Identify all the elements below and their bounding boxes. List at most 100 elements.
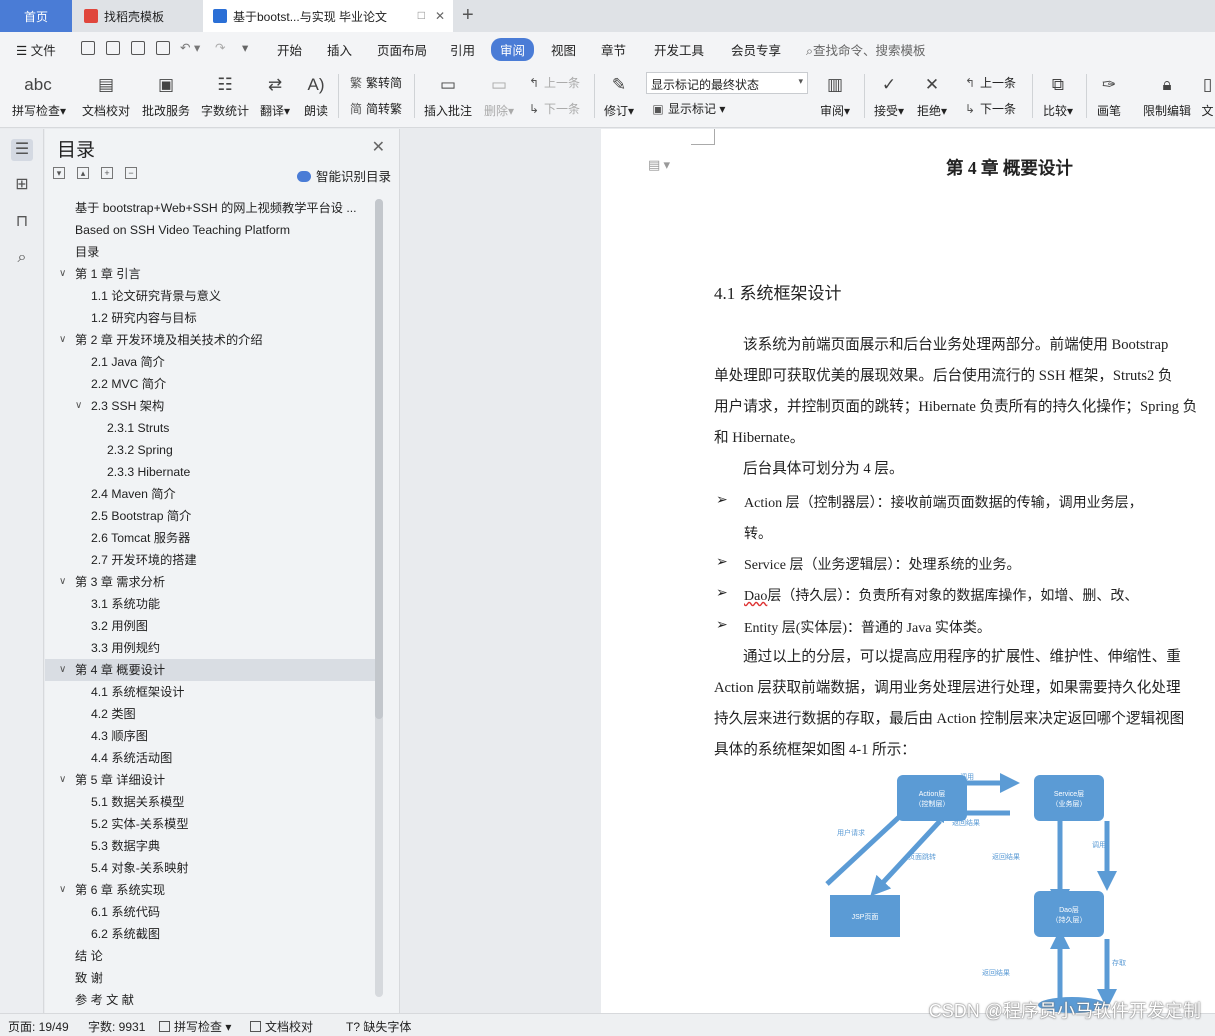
status-doccheck[interactable]: 文档校对 xyxy=(250,1018,313,1035)
next-change-button[interactable]: ↳ 下一条 xyxy=(962,100,1016,117)
reject-button[interactable]: ✕ 拒绝▾ xyxy=(914,72,950,119)
toc-item[interactable]: 致 谢 xyxy=(45,967,377,989)
track-changes-button[interactable]: ✎ 修订▾ xyxy=(601,72,637,119)
toc-item[interactable]: 3.1 系统功能 xyxy=(45,593,377,615)
document-page[interactable]: ▤ ▾ 第 4 章 概要设计 4.1 系统框架设计 该系统为前端页面展示和后台业… xyxy=(601,129,1215,1013)
toc-scroll-thumb[interactable] xyxy=(375,199,383,719)
doc-permission-button[interactable]: ▯ 文 xyxy=(1200,72,1215,119)
toc-item[interactable]: ∨ 第 2 章 开发环境及相关技术的介绍 xyxy=(45,329,377,351)
toc-item[interactable]: 1.1 论文研究背景与意义 xyxy=(45,285,377,307)
command-search[interactable]: ⌕查找命令、搜索模板 xyxy=(806,40,926,59)
chevron-down-icon[interactable]: ∨ xyxy=(59,263,66,285)
toc-item[interactable]: 2.5 Bootstrap 简介 xyxy=(45,505,377,527)
file-menu[interactable]: ☰ 文件 xyxy=(16,40,56,59)
toc-item[interactable]: 目录 xyxy=(45,241,377,263)
menu-review[interactable]: 审阅 xyxy=(491,38,535,61)
menu-member[interactable]: 会员专享 xyxy=(731,40,781,59)
toc-item[interactable]: 2.1 Java 简介 xyxy=(45,351,377,373)
accept-button[interactable]: ✓ 接受▾ xyxy=(871,72,907,119)
toc-item[interactable]: 参 考 文 献 xyxy=(45,989,377,1011)
toc-item[interactable]: 结 论 xyxy=(45,945,377,967)
simp-to-trad-button[interactable]: 简简转繁 xyxy=(348,100,402,117)
toc-item[interactable]: ∨ 2.3 SSH 架构 xyxy=(45,395,377,417)
spellcheck-button[interactable]: abc 拼写检查▾ xyxy=(12,72,66,119)
toc-item[interactable]: 5.1 数据关系模型 xyxy=(45,791,377,813)
toc-icon[interactable]: ☰ xyxy=(11,139,33,161)
toc-item[interactable]: 4.4 系统活动图 xyxy=(45,747,377,769)
pin-icon[interactable]: □ xyxy=(418,8,425,22)
paragraph-icon[interactable]: ▤ ▾ xyxy=(648,157,670,173)
toc-item[interactable]: 5.2 实体-关系模型 xyxy=(45,813,377,835)
pen-button[interactable]: ✑ 画笔 xyxy=(1094,72,1124,119)
undo-icon[interactable]: ↶ ▾ xyxy=(180,40,200,55)
compare-button[interactable]: ⧉ 比较▾ xyxy=(1040,72,1076,119)
toc-item[interactable]: 1.2 研究内容与目标 xyxy=(45,307,377,329)
prev-comment-button[interactable]: ↰ 上一条 xyxy=(526,74,580,91)
chevron-down-icon[interactable]: ∨ xyxy=(59,329,66,351)
misspelled-word[interactable]: Dao xyxy=(744,589,767,604)
save-icon[interactable] xyxy=(81,41,95,55)
word-count[interactable]: 字数: 9931 xyxy=(88,1018,145,1035)
expand-down-icon[interactable]: ▾ xyxy=(53,167,65,179)
menu-start[interactable]: 开始 xyxy=(277,40,302,59)
delete-comment-button[interactable]: ▭ 删除▾ xyxy=(482,72,516,119)
bookmark-icon[interactable]: ⊓ xyxy=(11,211,33,233)
menu-insert[interactable]: 插入 xyxy=(327,40,352,59)
toc-item[interactable]: 4.2 类图 xyxy=(45,703,377,725)
menu-layout[interactable]: 页面布局 xyxy=(377,40,427,59)
toc-item[interactable]: 基于 bootstrap+Web+SSH 的网上视频教学平台设 ... xyxy=(45,197,377,219)
read-aloud-button[interactable]: A) 朗读 xyxy=(302,72,330,119)
toc-item[interactable]: 5.3 数据字典 xyxy=(45,835,377,857)
menu-view[interactable]: 视图 xyxy=(551,40,576,59)
markup-state-select[interactable]: 显示标记的最终状态 ▾ xyxy=(646,72,808,94)
toc-item[interactable]: 2.4 Maven 简介 xyxy=(45,483,377,505)
insert-comment-button[interactable]: ▭ 插入批注 xyxy=(422,72,474,119)
toc-item[interactable]: 6.2 系统截图 xyxy=(45,923,377,945)
toc-scrollbar[interactable] xyxy=(375,199,383,997)
smart-toc-button[interactable]: 智能识别目录 xyxy=(296,166,391,185)
prev-change-button[interactable]: ↰ 上一条 xyxy=(962,74,1016,91)
toc-item[interactable]: 2.3.1 Struts xyxy=(45,417,377,439)
toc-item[interactable]: 2.2 MVC 简介 xyxy=(45,373,377,395)
toc-item[interactable]: ∨ 第 4 章 概要设计 xyxy=(45,659,377,681)
show-markup-button[interactable]: ▣ 显示标记 ▾ xyxy=(650,100,725,117)
collapse-all-icon[interactable]: − xyxy=(125,167,137,179)
toc-item[interactable]: ∨ 第 5 章 详细设计 xyxy=(45,769,377,791)
page-indicator[interactable]: 页面: 19/49 xyxy=(8,1018,69,1035)
toc-item[interactable]: 3.2 用例图 xyxy=(45,615,377,637)
review-pane-button[interactable]: ▥ 审阅▾ xyxy=(816,72,854,119)
more-chevron-icon[interactable]: ▾ xyxy=(242,40,248,55)
close-icon[interactable]: ✕ xyxy=(372,137,385,157)
toc-item[interactable]: ∨ 第 3 章 需求分析 xyxy=(45,571,377,593)
toc-item[interactable]: 6.1 系统代码 xyxy=(45,901,377,923)
toc-item[interactable]: 3.3 用例规约 xyxy=(45,637,377,659)
collapse-up-icon[interactable]: ▴ xyxy=(77,167,89,179)
chevron-down-icon[interactable]: ∨ xyxy=(75,395,82,417)
toc-item[interactable]: 2.3.2 Spring xyxy=(45,439,377,461)
expand-all-icon[interactable]: + xyxy=(101,167,113,179)
menu-devtools[interactable]: 开发工具 xyxy=(654,40,704,59)
export-pdf-icon[interactable] xyxy=(106,41,120,55)
chevron-down-icon[interactable]: ∨ xyxy=(59,659,66,681)
search-icon[interactable]: ⌕ xyxy=(11,247,33,269)
add-tab-icon[interactable]: + xyxy=(462,4,474,27)
print-preview-icon[interactable] xyxy=(156,41,170,55)
tab-home[interactable]: 首页 xyxy=(0,0,72,32)
toc-item[interactable]: Based on SSH Video Teaching Platform xyxy=(45,219,377,241)
toc-item[interactable]: ∨ 第 1 章 引言 xyxy=(45,263,377,285)
toc-item[interactable]: 4.3 顺序图 xyxy=(45,725,377,747)
next-comment-button[interactable]: ↳ 下一条 xyxy=(526,100,580,117)
restrict-edit-button[interactable]: 🔒︎ 限制编辑 xyxy=(1141,72,1193,119)
close-icon[interactable]: ✕ xyxy=(435,9,445,23)
status-missing-font[interactable]: T? 缺失字体 xyxy=(346,1018,411,1035)
translate-button[interactable]: ⇄ 翻译▾ xyxy=(258,72,292,119)
tab-document[interactable]: 基于bootst...与实现 毕业论文 □ ✕ xyxy=(203,0,453,32)
toc-item[interactable]: 2.3.3 Hibernate xyxy=(45,461,377,483)
toc-item[interactable]: 2.6 Tomcat 服务器 xyxy=(45,527,377,549)
outline-icon[interactable]: ⊞ xyxy=(11,174,33,196)
toc-item[interactable]: ∨ 第 6 章 系统实现 xyxy=(45,879,377,901)
toc-item[interactable]: 5.4 对象-关系映射 xyxy=(45,857,377,879)
print-icon[interactable] xyxy=(131,41,145,55)
trad-to-simp-button[interactable]: 繁繁转简 xyxy=(348,74,402,91)
menu-reference[interactable]: 引用 xyxy=(450,40,475,59)
